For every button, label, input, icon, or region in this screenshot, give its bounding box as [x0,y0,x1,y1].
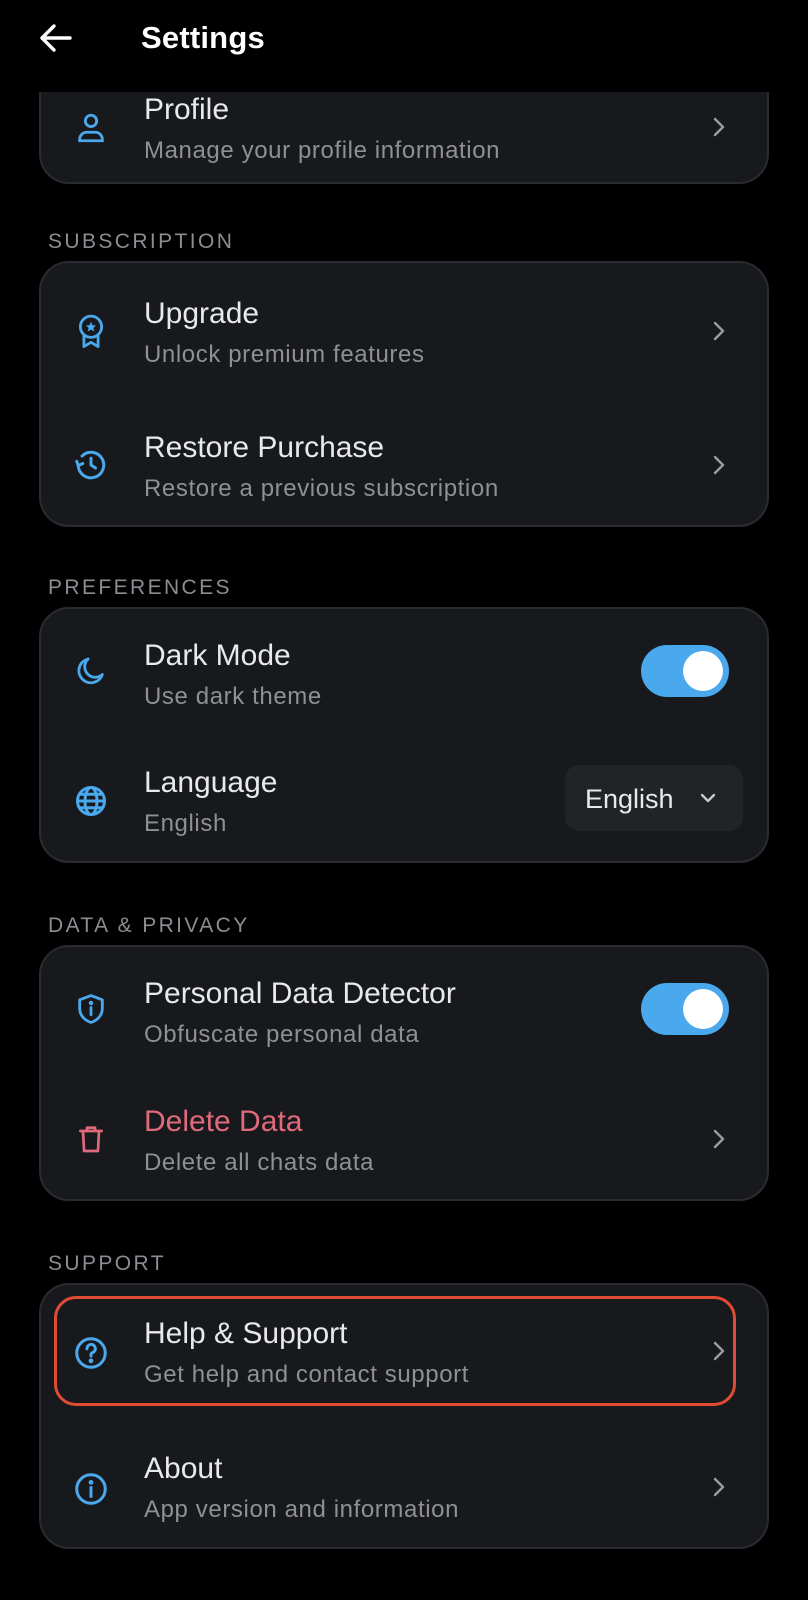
section-heading-preferences: PREFERENCES [48,576,232,599]
personal-data-detector-toggle[interactable] [641,983,729,1035]
shield-info-icon [71,989,111,1029]
about-subtitle: App version and information [144,1496,460,1523]
language-subtitle: English [144,810,227,837]
about-label: About [144,1452,223,1485]
delete-data-row[interactable]: Delete Data Delete all chats data [41,1079,767,1199]
profile-row[interactable]: Profile Manage your profile information [41,92,767,178]
history-icon [71,445,111,485]
data-privacy-card: Personal Data Detector Obfuscate persona… [39,945,769,1201]
account-card: Profile Manage your profile information [39,92,769,184]
delete-data-label: Delete Data [144,1105,303,1138]
restore-purchase-label: Restore Purchase [144,431,385,464]
restore-purchase-subtitle: Restore a previous subscription [144,475,499,502]
globe-icon [71,781,111,821]
help-support-row[interactable]: Help & Support Get help and contact supp… [41,1291,767,1411]
chevron-right-icon [707,1339,731,1363]
section-heading-subscription: SUBSCRIPTION [48,230,235,253]
help-circle-icon [71,1333,111,1373]
upgrade-row[interactable]: Upgrade Unlock premium features [41,267,767,387]
about-row[interactable]: About App version and information [41,1425,767,1545]
subscription-card: Upgrade Unlock premium features Restore … [39,261,769,527]
dark-mode-row[interactable]: Dark Mode Use dark theme [41,611,767,731]
support-card: Help & Support Get help and contact supp… [39,1283,769,1549]
chevron-right-icon [707,453,731,477]
info-circle-icon [71,1469,111,1509]
chevron-right-icon [707,319,731,343]
upgrade-label: Upgrade [144,297,260,330]
personal-data-detector-row[interactable]: Personal Data Detector Obfuscate persona… [41,949,767,1069]
trash-icon [71,1119,111,1159]
dark-mode-label: Dark Mode [144,639,291,672]
language-label: Language [144,766,278,799]
dark-mode-subtitle: Use dark theme [144,683,322,710]
arrow-left-icon [40,24,72,52]
award-badge-icon [71,311,111,351]
preferences-card: Dark Mode Use dark theme Language Englis… [39,607,769,863]
section-heading-support: SUPPORT [48,1252,166,1275]
toggle-knob [683,989,723,1029]
toggle-knob [683,651,723,691]
chevron-right-icon [707,115,731,139]
delete-data-subtitle: Delete all chats data [144,1149,375,1176]
settings-list[interactable]: Profile Manage your profile information … [0,92,808,1600]
upgrade-subtitle: Unlock premium features [144,341,425,368]
language-row[interactable]: Language English English [41,739,767,859]
profile-label: Profile [144,93,230,126]
language-select[interactable]: English [565,765,743,831]
restore-purchase-row[interactable]: Restore Purchase Restore a previous subs… [41,401,767,521]
help-support-subtitle: Get help and contact support [144,1361,470,1388]
moon-icon [71,651,111,691]
back-button[interactable] [36,18,76,58]
chevron-right-icon [707,1475,731,1499]
section-heading-data-privacy: DATA & PRIVACY [48,914,250,937]
help-support-label: Help & Support [144,1317,348,1350]
language-select-value: English [585,784,674,814]
dark-mode-toggle[interactable] [641,645,729,697]
profile-subtitle: Manage your profile information [144,137,501,164]
personal-data-detector-subtitle: Obfuscate personal data [144,1021,420,1048]
user-icon [71,108,111,148]
chevron-right-icon [707,1127,731,1151]
page-title: Settings [141,20,265,55]
personal-data-detector-label: Personal Data Detector [144,977,456,1010]
chevron-down-icon [697,787,719,809]
app-bar: Settings [0,0,808,92]
